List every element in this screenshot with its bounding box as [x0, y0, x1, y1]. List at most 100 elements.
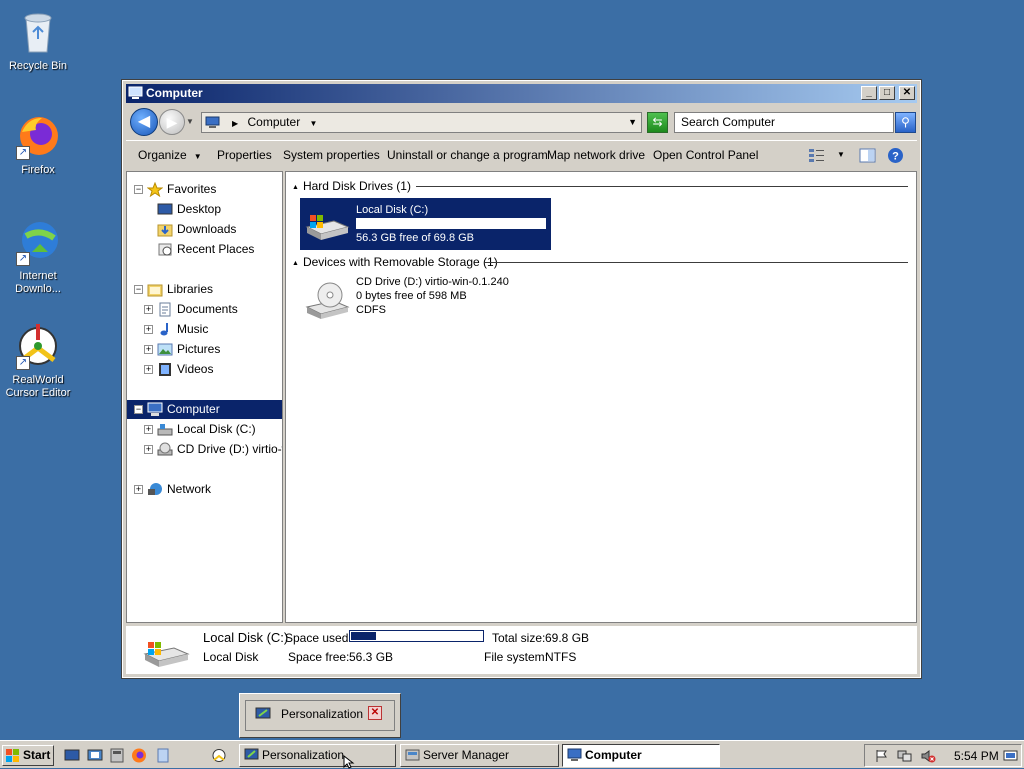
- firefox-icon: ↗: [14, 112, 62, 160]
- popup-close-button[interactable]: ✕: [368, 706, 382, 720]
- preview-pane-icon[interactable]: [859, 147, 876, 164]
- minimize-button[interactable]: _: [861, 86, 877, 100]
- properties-button[interactable]: Properties: [217, 148, 272, 162]
- desktop-icon-recycle-bin[interactable]: Recycle Bin: [0, 8, 76, 73]
- realworld-cursor-editor-label-2: Cursor Editor: [5, 387, 71, 399]
- system-properties-button[interactable]: System properties: [283, 148, 380, 162]
- window-titlebar[interactable]: Computer _ □ ✕: [126, 84, 917, 103]
- search-button[interactable]: ⚲: [895, 112, 916, 133]
- tree-label: Downloads: [177, 222, 237, 236]
- search-icon: ⚲: [901, 115, 910, 129]
- network-icon: [148, 483, 162, 496]
- explorer-quicklaunch-icon[interactable]: [155, 748, 171, 763]
- map-network-drive-button[interactable]: Map network drive: [547, 148, 645, 162]
- start-label: Start: [23, 748, 51, 762]
- breadcrumb-dropdown-icon[interactable]: ▼: [310, 119, 318, 128]
- drive-tile-local-disk[interactable]: Local Disk (C:) 56.3 GB free of 69.8 GB: [300, 198, 551, 250]
- tree-item-recent-places[interactable]: Recent Places: [157, 240, 254, 259]
- desktop-icon-internet-download-manager[interactable]: ↗ Internet Downlo...: [0, 218, 76, 296]
- network-tray-icon[interactable]: [897, 749, 912, 763]
- group-header-removable[interactable]: ▲ Devices with Removable Storage (1): [292, 255, 908, 270]
- forward-button[interactable]: ▶: [159, 109, 185, 135]
- mouse-cursor-icon: [343, 755, 355, 769]
- tree-label: Computer: [167, 402, 220, 416]
- libraries-icon: [147, 284, 163, 297]
- view-options-dropdown-icon[interactable]: ▼: [837, 150, 845, 159]
- tree-item-videos[interactable]: + Videos: [144, 360, 213, 379]
- expand-icon[interactable]: +: [144, 365, 153, 375]
- group-header-hard-disk[interactable]: ▲ Hard Disk Drives (1): [292, 179, 908, 194]
- tree-item-favorites[interactable]: − Favorites: [134, 180, 216, 199]
- windows-logo-icon: [6, 749, 19, 762]
- cd-drive-icon: [305, 282, 350, 319]
- action-center-flag-icon[interactable]: [874, 749, 889, 763]
- tree-item-music[interactable]: + Music: [144, 320, 208, 339]
- space-free-value: 56.3 GB: [349, 650, 394, 664]
- tree-item-documents[interactable]: + Documents: [144, 300, 238, 319]
- address-box[interactable]: ▶ Computer ▼ ▼: [201, 112, 642, 133]
- collapse-icon[interactable]: −: [134, 405, 143, 415]
- volume-muted-icon[interactable]: [921, 749, 936, 763]
- show-desktop-tray-icon[interactable]: [1003, 749, 1018, 763]
- tree-label: Desktop: [177, 202, 222, 216]
- server-manager-quicklaunch-icon[interactable]: [87, 748, 103, 763]
- star-icon: [147, 182, 163, 198]
- expand-icon[interactable]: +: [144, 445, 153, 455]
- uninstall-program-button[interactable]: Uninstall or change a program: [387, 148, 548, 162]
- clock[interactable]: 5:54 PM: [954, 749, 999, 763]
- computer-icon: [205, 116, 220, 128]
- search-input[interactable]: Search Computer: [674, 112, 894, 133]
- taskbar-group-popup: Personalization ✕: [239, 693, 401, 738]
- tree-label: Favorites: [167, 182, 217, 196]
- close-button[interactable]: ✕: [899, 86, 915, 100]
- task-button-personalization[interactable]: Personalization: [239, 744, 396, 767]
- help-icon[interactable]: ?: [887, 147, 904, 164]
- collapse-icon[interactable]: −: [134, 185, 143, 195]
- realworld-quicklaunch-icon[interactable]: [211, 748, 227, 763]
- desktop-icon-realworld-cursor-editor[interactable]: ↗ RealWorld Cursor Editor: [0, 322, 76, 400]
- forward-arrow-icon: ▶: [166, 114, 178, 130]
- details-pane: Local Disk (C:) Local Disk Space used: S…: [126, 623, 917, 674]
- show-desktop-icon[interactable]: [64, 748, 80, 763]
- refresh-button[interactable]: ⇆: [647, 112, 668, 133]
- open-control-panel-button[interactable]: Open Control Panel: [653, 148, 758, 162]
- expand-icon[interactable]: +: [144, 345, 153, 355]
- organize-menu[interactable]: Organize ▼: [138, 148, 202, 162]
- tree-label: Local Disk (C:): [177, 422, 256, 436]
- task-button-computer[interactable]: Computer: [562, 744, 720, 767]
- start-button[interactable]: Start: [2, 745, 54, 766]
- breadcrumb-computer[interactable]: Computer: [248, 115, 301, 129]
- back-button[interactable]: ◀: [130, 108, 158, 136]
- hard-drive-icon: [143, 642, 190, 667]
- desktop-icon-firefox[interactable]: ↗ Firefox: [0, 112, 76, 177]
- tree-item-desktop[interactable]: Desktop: [157, 200, 221, 219]
- tree-item-libraries[interactable]: − Libraries: [134, 280, 213, 299]
- tree-item-network[interactable]: + Network: [134, 480, 211, 499]
- back-arrow-icon: ◀: [137, 113, 151, 130]
- popup-personalization-label[interactable]: Personalization: [281, 707, 363, 721]
- tree-item-cd-drive[interactable]: + CD Drive (D:) virtio-wi: [144, 440, 282, 459]
- expand-icon[interactable]: +: [144, 305, 153, 315]
- collapse-icon[interactable]: −: [134, 285, 143, 295]
- shortcut-arrow-icon: ↗: [16, 146, 30, 160]
- expand-icon[interactable]: +: [134, 485, 143, 495]
- tree-label: Pictures: [177, 342, 221, 356]
- address-history-dropdown-icon[interactable]: ▼: [628, 113, 637, 132]
- realworld-cursor-editor-label-1: RealWorld: [12, 374, 64, 386]
- firefox-quicklaunch-icon[interactable]: [131, 748, 147, 763]
- drive-tile-cd-drive[interactable]: CD Drive (D:) virtio-win-0.1.240 0 bytes…: [300, 274, 551, 326]
- expand-icon[interactable]: +: [144, 325, 153, 335]
- maximize-button[interactable]: □: [879, 86, 895, 100]
- recent-pages-dropdown-icon[interactable]: ▼: [186, 117, 194, 126]
- expand-icon[interactable]: +: [144, 425, 153, 435]
- change-view-icon[interactable]: [808, 147, 826, 164]
- powershell-quicklaunch-icon[interactable]: [109, 748, 125, 763]
- tree-item-pictures[interactable]: + Pictures: [144, 340, 220, 359]
- refresh-icon: ⇆: [652, 115, 663, 129]
- task-button-server-manager[interactable]: Server Manager: [400, 744, 559, 767]
- breadcrumb-separator-icon[interactable]: ▶: [232, 119, 238, 128]
- tree-item-downloads[interactable]: Downloads: [157, 220, 236, 239]
- tree-item-local-disk[interactable]: + Local Disk (C:): [144, 420, 256, 439]
- drive-free-text: 0 bytes free of 598 MB: [356, 290, 467, 302]
- tree-item-computer[interactable]: − Computer: [127, 400, 282, 419]
